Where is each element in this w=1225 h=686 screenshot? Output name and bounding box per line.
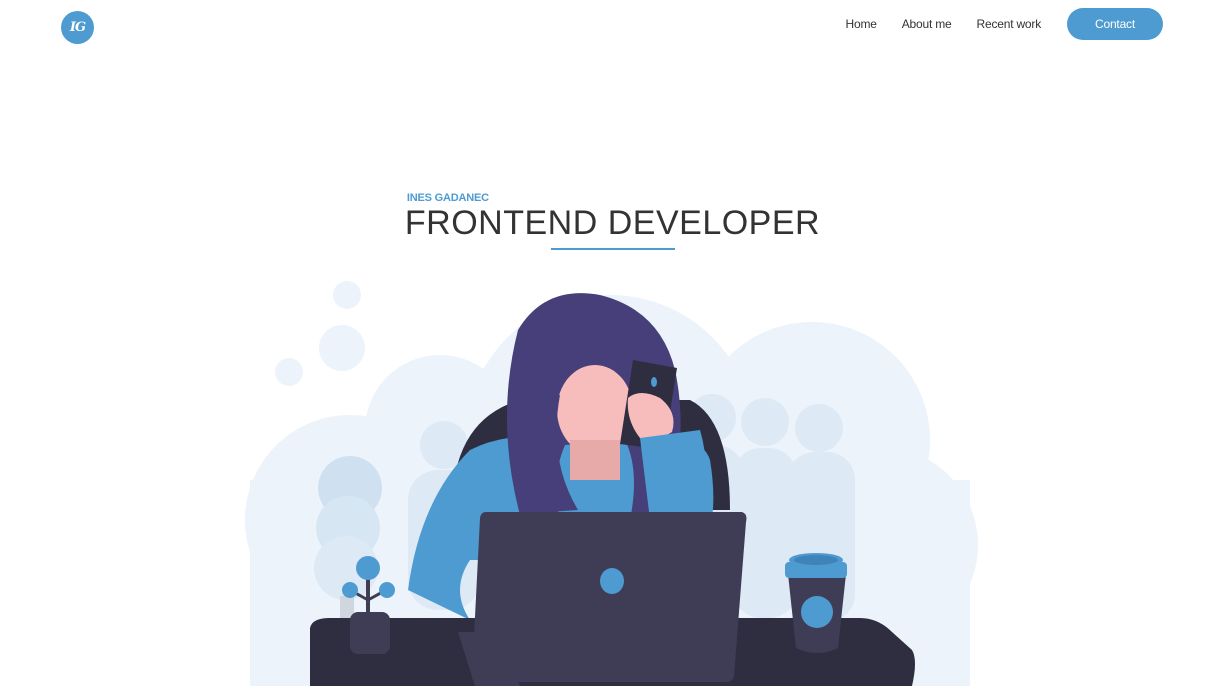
laptop-shape	[472, 512, 747, 682]
laptop-logo-shape	[600, 568, 624, 594]
woman-on-phone-at-laptop-illustration	[245, 281, 978, 686]
page: IG Home About me Recent work Contact INE…	[0, 0, 1225, 686]
neck-shape	[570, 440, 620, 480]
